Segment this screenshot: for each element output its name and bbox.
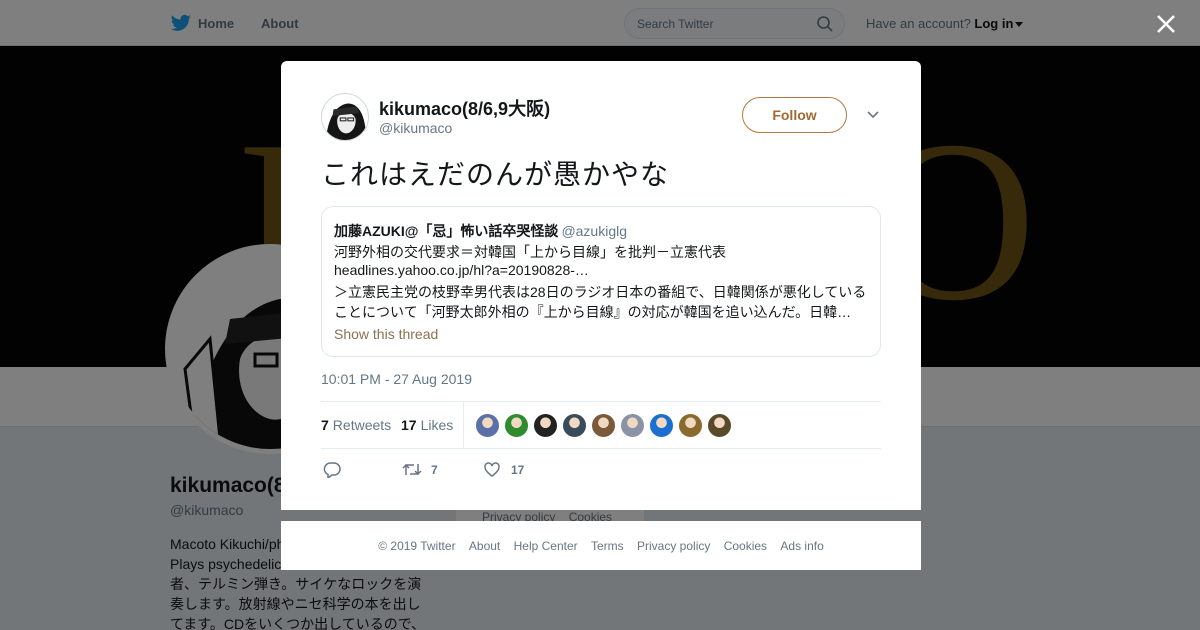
liker-avatar[interactable] (562, 413, 587, 438)
retweets-label: Retweets (332, 417, 392, 433)
reply-icon[interactable] (323, 461, 341, 478)
tweet-timestamp[interactable]: 10:01 PM - 27 Aug 2019 (321, 371, 472, 387)
tweet-text: これはえだのんが愚かやな (321, 159, 670, 190)
footer-link-about[interactable]: About (469, 539, 500, 553)
quoted-text-line: ＞立憲民主党の枝野幸男代表は28日のラジオ日本の番組で、日韓関係が悪化している (334, 284, 867, 300)
liker-avatar[interactable] (620, 413, 645, 438)
liker-avatar[interactable] (678, 413, 703, 438)
footer-link-terms[interactable]: Terms (591, 539, 624, 553)
quoted-tweet[interactable]: 加藤AZUKI@「忌」怖い話卒哭怪談 @azukiglg 河野外相の交代要求＝対韓… (321, 206, 881, 357)
tweet-actions: 7 17 (321, 459, 881, 481)
tweet-stats: 7 Retweets 17 Likes (321, 401, 881, 449)
liker-avatar[interactable] (504, 413, 529, 438)
footer-link-ads[interactable]: Ads info (780, 539, 823, 553)
author-handle[interactable]: @kikumaco (379, 120, 452, 136)
modal-footer: © 2019 Twitter About Help Center Terms P… (281, 521, 921, 570)
quoted-tweet-header: 加藤AZUKI@「忌」怖い話卒哭怪談 @azukiglg (334, 221, 627, 241)
author-name[interactable]: kikumaco(8/6,9大阪) (379, 95, 550, 121)
footer-link-help[interactable]: Help Center (514, 539, 578, 553)
footer-copyright: © 2019 Twitter (378, 539, 456, 553)
quoted-text-line: ことについて「河野太郎外相の『上から目線』の対応が韓国を追い込んだ。日韓… (334, 304, 852, 320)
retweet-icon[interactable] (402, 461, 422, 478)
stats-divider (463, 402, 464, 448)
quoted-author-handle: @azukiglg (561, 223, 628, 239)
footer-link-cookies[interactable]: Cookies (724, 539, 767, 553)
liker-avatar[interactable] (533, 413, 558, 438)
footer-link-privacy[interactable]: Privacy policy (637, 539, 710, 553)
likes-stat[interactable]: 17 Likes (401, 417, 453, 433)
quoted-text-line: 河野外相の交代要求＝対韓国「上から目線」を批判－立憲代表 (334, 244, 726, 260)
liker-avatar[interactable] (707, 413, 732, 438)
liker-avatar[interactable] (649, 413, 674, 438)
quoted-author-name: 加藤AZUKI@「忌」怖い話卒哭怪談 (334, 223, 559, 239)
heart-icon[interactable] (483, 461, 501, 478)
close-icon[interactable] (1155, 13, 1177, 35)
liker-avatar[interactable] (475, 413, 500, 438)
likes-label: Likes (420, 417, 454, 433)
liker-avatar[interactable] (591, 413, 616, 438)
likes-count: 17 (401, 417, 417, 433)
quoted-link[interactable]: headlines.yahoo.co.jp/hl?a=20190828-… (334, 262, 874, 278)
follow-button[interactable]: Follow (742, 97, 847, 133)
like-action-count: 17 (511, 463, 525, 477)
author-avatar[interactable] (321, 93, 369, 141)
retweet-action-count: 7 (431, 463, 438, 477)
tweet-modal: kikumaco(8/6,9大阪) @kikumaco Follow これはえだ… (281, 61, 921, 510)
chevron-down-icon[interactable] (866, 109, 880, 121)
show-thread-link[interactable]: Show this thread (334, 326, 438, 342)
retweets-stat[interactable]: 7 Retweets (321, 417, 391, 433)
retweets-count: 7 (321, 417, 329, 433)
